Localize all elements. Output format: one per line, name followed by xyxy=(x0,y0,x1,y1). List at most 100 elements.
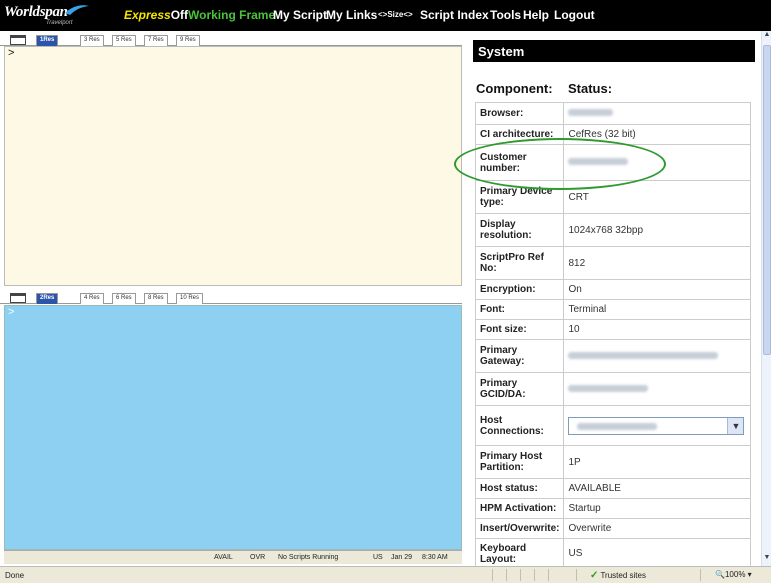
row-value: Overwrite xyxy=(563,518,751,539)
tab-res-1[interactable]: 1Res xyxy=(36,35,59,46)
system-row: Primary Gateway: xyxy=(474,339,751,373)
system-panel: System Component: Status: Browser: CI arc… xyxy=(467,31,761,566)
system-row: Encryption: On xyxy=(474,279,751,300)
row-value: US xyxy=(563,538,751,566)
system-row: Host Connections: ▼ xyxy=(474,405,751,446)
row-label: Primary Gateway: xyxy=(474,339,565,373)
ovr-indicator: OVR xyxy=(250,554,266,561)
tab-res-9[interactable]: 9 Res xyxy=(176,35,200,46)
tools-link[interactable]: Tools xyxy=(490,8,521,22)
row-value: Terminal xyxy=(563,299,751,320)
scroll-thumb[interactable] xyxy=(763,45,771,355)
system-row: Primary GCID/DA: xyxy=(474,372,751,406)
row-value: 1024x768 32bpp xyxy=(563,213,751,247)
window-icon[interactable] xyxy=(10,35,26,45)
redacted-value xyxy=(568,158,629,165)
redacted-value xyxy=(568,384,649,392)
my-links-link[interactable]: My Links xyxy=(326,8,377,22)
tab-res-5[interactable]: 5 Res xyxy=(112,35,136,46)
status-segment xyxy=(492,569,506,581)
tab-res-8[interactable]: 8 Res xyxy=(144,293,168,304)
express-label: Express xyxy=(124,8,171,22)
window-icon[interactable] xyxy=(10,293,26,303)
row-label: CI architecture: xyxy=(474,124,565,145)
row-value xyxy=(563,339,751,373)
tab-res-10[interactable]: 10 Res xyxy=(176,293,204,304)
row-label: Display resolution: xyxy=(474,213,565,247)
host-connections-select[interactable]: ▼ xyxy=(568,416,745,435)
tab-res-7[interactable]: 7 Res xyxy=(144,35,168,46)
row-label: HPM Activation: xyxy=(474,498,565,519)
status-segment xyxy=(700,569,714,581)
row-label: Customer number: xyxy=(474,144,565,181)
express-state: Off xyxy=(170,8,189,22)
scroll-up-icon[interactable]: ▲ xyxy=(762,31,771,43)
scrollbar[interactable]: ▲ ▼ xyxy=(761,31,771,566)
tab-res-6[interactable]: 6 Res xyxy=(112,293,136,304)
top-nav-bar: Worldspan Travelport ExpressOff Working … xyxy=(0,0,771,31)
row-value: Startup xyxy=(563,498,751,519)
status-segment xyxy=(548,569,562,581)
system-header: System xyxy=(473,40,755,62)
prompt-caret: > xyxy=(8,306,15,318)
tab-res-2[interactable]: 2Res xyxy=(36,293,59,304)
row-value: CefRes (32 bit) xyxy=(563,124,751,145)
zoom-control[interactable]: 🔍100% ▾ xyxy=(715,570,752,579)
my-script-link[interactable]: My Script xyxy=(273,8,327,22)
script-index-link[interactable]: Script Index xyxy=(420,8,489,22)
help-link[interactable]: Help xyxy=(523,8,549,22)
pane1-tabstrip: 1Res 3 Res 5 Res 7 Res 9 Res xyxy=(0,33,462,46)
status-segment xyxy=(534,569,548,581)
redacted-value xyxy=(568,109,614,116)
row-value xyxy=(563,102,751,125)
row-value[interactable]: ▼ xyxy=(563,405,751,446)
row-value: CRT xyxy=(563,180,751,214)
logout-link[interactable]: Logout xyxy=(554,8,595,22)
system-row: Font size: 10 xyxy=(474,319,751,340)
chevron-down-icon[interactable]: ▼ xyxy=(727,417,744,434)
row-label: Encryption: xyxy=(474,279,565,300)
row-value: 10 xyxy=(563,319,751,340)
row-value xyxy=(563,372,751,406)
zoom-level: 100% xyxy=(724,570,746,579)
scroll-down-icon[interactable]: ▼ xyxy=(762,554,771,566)
logo-subtitle: Travelport xyxy=(46,20,73,26)
tab-res-3[interactable]: 3 Res xyxy=(80,35,104,46)
zoom-icon: 🔍 xyxy=(715,570,725,579)
done-status: Done xyxy=(5,571,25,580)
status-segment xyxy=(520,569,534,581)
worldspan-logo: Worldspan xyxy=(4,4,68,20)
size-toggle[interactable]: <>Size<> xyxy=(378,10,413,19)
row-label: Primary Host Partition: xyxy=(474,445,565,479)
response-pane-upper[interactable]: > xyxy=(4,46,462,286)
row-label: ScriptPro Ref No: xyxy=(474,246,565,280)
date-indicator: Jan 29 xyxy=(391,554,413,561)
browser-status-bar: Done ✓ Trusted sites 🔍100% ▾ xyxy=(0,566,771,583)
trusted-sites-zone[interactable]: ✓ Trusted sites xyxy=(590,570,646,581)
system-row: Insert/Overwrite: Overwrite xyxy=(474,518,751,539)
system-info-table: Browser: CI architecture: CefRes (32 bit) C… xyxy=(474,102,751,566)
status-segment xyxy=(506,569,520,581)
row-label: Host Connections: xyxy=(474,405,565,446)
system-row: Keyboard Layout: US xyxy=(474,538,751,566)
tab-res-4[interactable]: 4 Res xyxy=(80,293,104,304)
redacted-value xyxy=(568,351,719,359)
system-row: Primary Device type: CRT xyxy=(474,180,751,214)
redacted-value xyxy=(577,422,658,430)
prompt-caret: > xyxy=(8,47,15,59)
system-row: CI architecture: CefRes (32 bit) xyxy=(474,124,751,145)
working-frame-link[interactable]: Working Frame xyxy=(188,8,275,22)
status-segment xyxy=(576,569,590,581)
locale-indicator: US xyxy=(373,554,383,561)
system-row: Font: Terminal xyxy=(474,299,751,320)
row-label: Font size: xyxy=(474,319,565,340)
scripts-status: No Scripts Running xyxy=(278,554,339,561)
row-value: On xyxy=(563,279,751,300)
row-label: Font: xyxy=(474,299,565,320)
checkmark-icon: ✓ xyxy=(590,570,599,581)
row-value xyxy=(563,144,751,181)
response-pane-lower[interactable]: > xyxy=(4,305,462,550)
pane2-tabstrip: 2Res 4 Res 6 Res 8 Res 10 Res xyxy=(0,291,462,304)
terminal-status-row: AVAIL OVR No Scripts Running US Jan 29 8… xyxy=(4,550,462,564)
express-toggle[interactable]: ExpressOff xyxy=(124,8,188,22)
